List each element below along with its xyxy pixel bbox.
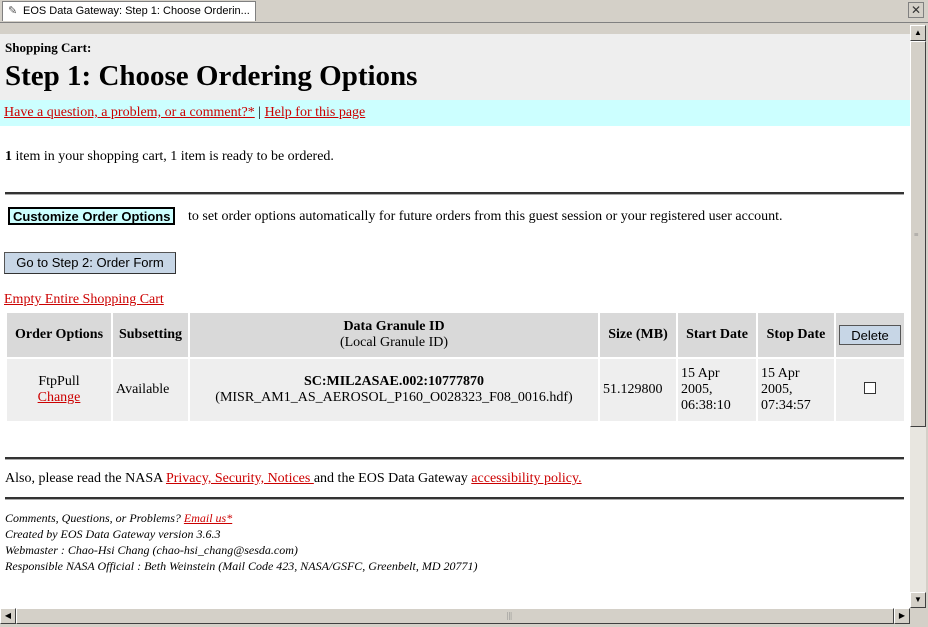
local-granule-id: (MISR_AM1_AS_AEROSOL_P160_O028323_F08_00… bbox=[215, 390, 573, 405]
col-start-date: Start Date bbox=[678, 313, 756, 357]
col-granule-id: Data Granule ID (Local Granule ID) bbox=[190, 313, 598, 357]
help-page-link[interactable]: Help for this page bbox=[265, 105, 366, 120]
footer-created-by: Created by EOS Data Gateway version 3.6.… bbox=[5, 527, 221, 541]
email-us-link[interactable]: Email us* bbox=[184, 511, 232, 525]
page-title: Step 1: Choose Ordering Options bbox=[5, 60, 418, 92]
arrow-right-icon: ▶ bbox=[898, 611, 906, 620]
arrow-left-icon: ◀ bbox=[4, 611, 12, 620]
cart-item-count: 1 bbox=[5, 149, 12, 164]
col-stop-date: Stop Date bbox=[758, 313, 834, 357]
horizontal-scrollbar[interactable]: ◀ ||| ▶ bbox=[0, 608, 910, 624]
col-delete: Delete bbox=[836, 313, 904, 357]
stop-date-time: 07:34:57 bbox=[761, 398, 811, 413]
subsetting-cell: Available bbox=[113, 359, 188, 421]
question-link[interactable]: Have a question, a problem, or a comment… bbox=[4, 105, 255, 120]
col-subsetting: Subsetting bbox=[113, 313, 188, 357]
privacy-link[interactable]: Privacy, Security, Notices bbox=[166, 471, 314, 486]
start-date-day: 15 Apr bbox=[681, 366, 720, 381]
table-header-row: Order Options Subsetting Data Granule ID… bbox=[7, 313, 904, 357]
arrow-down-icon: ▼ bbox=[914, 595, 922, 604]
close-icon: ✕ bbox=[910, 3, 922, 17]
page-icon: ✎ bbox=[8, 5, 18, 17]
page-content: Shopping Cart: Step 1: Choose Ordering O… bbox=[0, 34, 910, 608]
accessibility-link[interactable]: accessibility policy. bbox=[471, 471, 581, 486]
tab-title: EOS Data Gateway: Step 1: Choose Orderin… bbox=[23, 5, 250, 17]
change-link[interactable]: Change bbox=[38, 390, 81, 405]
scroll-right-button[interactable]: ▶ bbox=[894, 608, 910, 624]
divider bbox=[5, 192, 904, 195]
delete-cell bbox=[836, 359, 904, 421]
order-table: Order Options Subsetting Data Granule ID… bbox=[5, 311, 906, 423]
scroll-left-button[interactable]: ◀ bbox=[0, 608, 16, 624]
also-read-middle: and the EOS Data Gateway bbox=[313, 471, 472, 486]
start-date-year: 2005, bbox=[681, 382, 713, 397]
also-read-notice: Also, please read the NASA Privacy, Secu… bbox=[5, 471, 582, 487]
order-option-value: FtpPull bbox=[38, 374, 80, 389]
horizontal-scroll-thumb[interactable]: ||| bbox=[16, 608, 894, 624]
stop-date-year: 2005, bbox=[761, 382, 793, 397]
cart-status-text: item in your shopping cart, 1 item is re… bbox=[12, 149, 334, 164]
local-granule-id-header: (Local Granule ID) bbox=[339, 335, 449, 350]
start-date-time: 06:38:10 bbox=[681, 398, 731, 413]
grip-icon: ||| bbox=[507, 611, 512, 620]
delete-checkbox[interactable] bbox=[864, 381, 876, 394]
divider bbox=[5, 457, 904, 460]
footer-webmaster: Webmaster : Chao-Hsi Chang (chao-hsi_cha… bbox=[5, 543, 298, 557]
grip-icon: ≡ bbox=[914, 230, 919, 239]
empty-cart-link[interactable]: Empty Entire Shopping Cart bbox=[4, 292, 164, 308]
divider bbox=[5, 497, 904, 500]
customize-description: to set order options automatically for f… bbox=[188, 209, 783, 224]
stop-date-cell: 15 Apr 2005, 07:34:57 bbox=[758, 359, 834, 421]
footer-comments-text: Comments, Questions, or Problems? bbox=[5, 511, 184, 525]
also-read-prefix: Also, please read the NASA bbox=[5, 471, 166, 486]
start-date-cell: 15 Apr 2005, 06:38:10 bbox=[678, 359, 756, 421]
go-to-step2-button[interactable]: Go to Step 2: Order Form bbox=[4, 252, 176, 274]
footer-comments: Comments, Questions, or Problems? Email … bbox=[5, 510, 478, 526]
cart-status: 1 item in your shopping cart, 1 item is … bbox=[5, 149, 334, 165]
delete-button[interactable]: Delete bbox=[839, 325, 901, 345]
shopping-cart-label: Shopping Cart: bbox=[5, 40, 92, 55]
table-row: FtpPull Change Available SC:MIL2ASAE.002… bbox=[7, 359, 904, 421]
arrow-up-icon: ▲ bbox=[914, 28, 922, 37]
close-tab-button[interactable]: ✕ bbox=[908, 2, 924, 18]
vertical-scroll-thumb[interactable]: ≡ bbox=[910, 41, 926, 427]
granule-id: SC:MIL2ASAE.002:10777870 bbox=[303, 374, 485, 389]
header-bar: Shopping Cart: Step 1: Choose Ordering O… bbox=[0, 34, 910, 100]
size-cell: 51.129800 bbox=[600, 359, 676, 421]
stop-date-day: 15 Apr bbox=[761, 366, 800, 381]
granule-id-header: Data Granule ID bbox=[343, 319, 445, 334]
col-order-options: Order Options bbox=[7, 313, 111, 357]
footer-official: Responsible NASA Official : Beth Weinste… bbox=[5, 559, 478, 573]
tab-strip: ✎ EOS Data Gateway: Step 1: Choose Order… bbox=[0, 0, 928, 23]
help-separator: | bbox=[258, 105, 262, 120]
browser-tab[interactable]: ✎ EOS Data Gateway: Step 1: Choose Order… bbox=[2, 1, 256, 21]
order-option-cell: FtpPull Change bbox=[7, 359, 111, 421]
granule-cell: SC:MIL2ASAE.002:10777870 (MISR_AM1_AS_AE… bbox=[190, 359, 598, 421]
scroll-down-button[interactable]: ▼ bbox=[910, 592, 926, 608]
customize-order-options-button[interactable]: Customize Order Options bbox=[8, 207, 176, 225]
scroll-up-button[interactable]: ▲ bbox=[910, 25, 926, 41]
vertical-scrollbar[interactable]: ▲ ≡ ▼ bbox=[910, 25, 926, 608]
footer: Comments, Questions, or Problems? Email … bbox=[5, 510, 478, 574]
col-size: Size (MB) bbox=[600, 313, 676, 357]
help-bar: Have a question, a problem, or a comment… bbox=[0, 100, 910, 126]
